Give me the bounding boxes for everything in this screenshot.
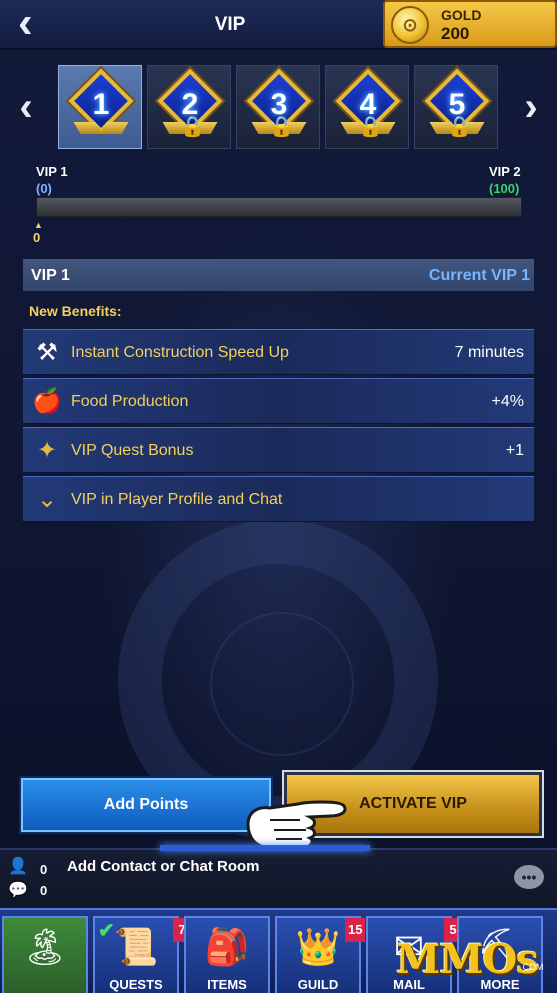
vip-tier-1[interactable]: 1 [58,65,142,149]
chat-bar-glow [160,845,370,851]
mmos-watermark: MMOs .COM [396,930,557,990]
gold-coin-icon: ⊙ [391,6,429,44]
tier-next-arrow-icon[interactable]: › [518,87,544,127]
tier-number: 1 [92,88,110,121]
gold-value: 200 [441,24,470,43]
progress-from-points: (0) [36,181,52,196]
vip-chevron-icon: ⌄ [36,486,58,513]
benefit-label: VIP Quest Bonus [71,442,194,459]
vip-tier-2[interactable]: 2 🔒 [147,65,231,149]
new-benefits-heading: New Benefits: [29,303,122,319]
benefit-label: Food Production [71,393,189,410]
back-arrow-icon[interactable]: ‹ [18,1,54,45]
tier-prev-arrow-icon[interactable]: ‹ [13,87,39,127]
vip-emblem-icon: ✦ [36,437,58,464]
nav-guild[interactable]: 👑 GUILD 15 [275,916,366,993]
chat-icon: 💬 [8,882,28,899]
vip-tier-4[interactable]: 4 🔒 [325,65,409,149]
pointing-hand-icon [246,800,347,850]
progress-marker-icon: ▲ [34,220,43,230]
benefit-value: +4% [491,393,524,410]
vip-tier-strip: 1 2 🔒 3 🔒 4 🔒 5 🔒 [58,65,502,149]
check-icon: ✔ [98,920,115,942]
lock-icon: 🔒 [358,116,383,138]
benefit-row-quest: ✦ VIP Quest Bonus +1 [23,427,534,473]
lock-icon: 🔒 [447,116,472,138]
messages-count: 0 [40,883,48,898]
progress-to-points: (100) [489,181,520,196]
add-contact-prompt[interactable]: Add Contact or Chat Room [67,858,260,875]
wing-right-icon [99,122,129,134]
vip-level-header: VIP 1 Current VIP 1 [23,259,534,291]
benefit-label: Instant Construction Speed Up [71,344,289,361]
vip-tier-3[interactable]: 3 🔒 [236,65,320,149]
benefit-label: VIP in Player Profile and Chat [71,491,283,508]
contact-icon: 👤 [8,858,28,875]
benefit-value: +1 [505,442,524,459]
contacts-count: 0 [40,862,48,877]
progress-current-value: 0 [33,230,41,245]
watermark-suffix: .COM [520,962,544,972]
vip-progress-bar [36,197,522,217]
benefit-row-food: 🍎 Food Production +4% [23,378,534,424]
castle-island-icon: 🏝 [22,926,68,967]
gold-balance[interactable]: ⊙ GOLD 200 [383,0,557,48]
benefit-value: 7 minutes [454,344,524,361]
vip-level-title: VIP 1 [31,267,70,284]
lock-icon: 🔒 [180,116,205,138]
benefit-row-profile: ⌄ VIP in Player Profile and Chat [23,476,534,522]
gold-label: GOLD [441,7,482,23]
nav-label: ITEMS [207,977,247,992]
progress-from-label: VIP 1 [36,164,68,179]
vip-tier-5[interactable]: 5 🔒 [414,65,498,149]
hammer-icon: ⚒ [36,339,58,366]
nav-label: QUESTS [109,977,163,992]
watermark-text: MMOs [396,936,539,983]
chat-bar[interactable]: 👤 0 💬 0 Add Contact or Chat Room ••• [0,848,557,908]
page-title: VIP [214,14,246,35]
benefit-row-construction: ⚒ Instant Construction Speed Up 7 minute… [23,329,534,375]
backpack-icon: 🎒 [204,926,250,967]
progress-to-label: VIP 2 [489,164,521,179]
add-points-button[interactable]: Add Points [21,778,271,832]
chat-bubble-icon[interactable]: ••• [514,865,544,889]
apple-icon: 🍎 [32,388,62,415]
lock-icon: 🔒 [269,116,294,138]
nav-items[interactable]: 🎒 ITEMS [184,916,270,993]
nav-home[interactable]: 🏝 [2,916,88,993]
current-vip-status: Current VIP 1 [428,267,530,284]
nav-label: GUILD [297,977,339,992]
guild-badge: 15 [345,918,366,942]
